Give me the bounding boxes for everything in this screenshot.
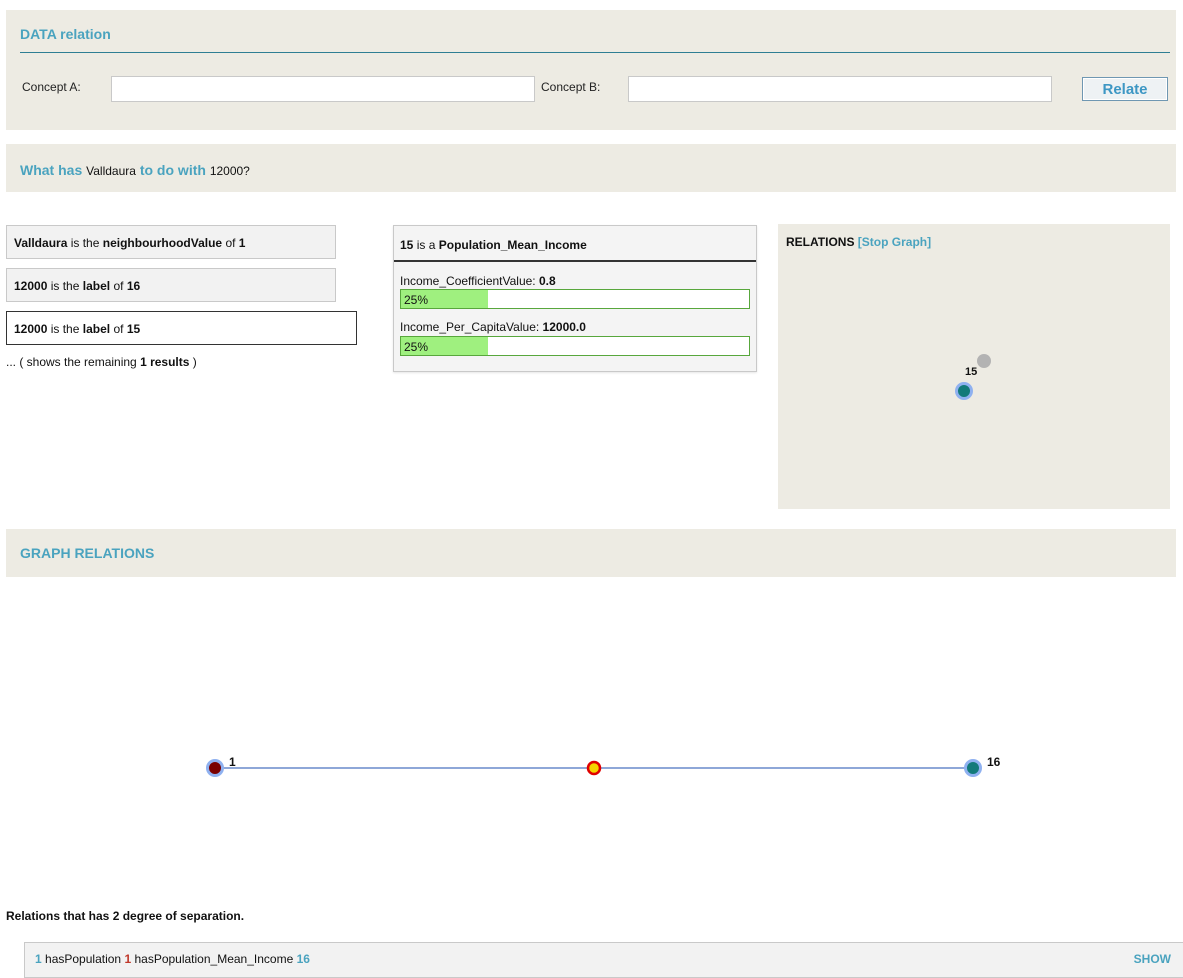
entity-card: 15 is a Population_Mean_Income Income_Co… <box>393 225 757 372</box>
graph-node-label: 16 <box>987 755 1001 769</box>
entity-header: 15 is a Population_Mean_Income <box>394 226 756 262</box>
result-predicate: neighbourhoodValue <box>102 236 223 250</box>
concept-a-input[interactable] <box>111 76 535 102</box>
remaining-suffix: ) <box>192 355 197 369</box>
result-subject: 12000 <box>14 279 48 293</box>
question-concept-b: 12000? <box>209 164 250 178</box>
remaining-count: 1 results <box>140 355 190 369</box>
graph-node-16[interactable] <box>964 759 982 777</box>
path-relation: hasPopulation_Mean_Income <box>134 952 294 966</box>
concept-b-input[interactable] <box>628 76 1052 102</box>
property-value: 0.8 <box>538 274 556 288</box>
result-text: is the <box>50 322 80 336</box>
question-concept-a: Valldaura <box>86 164 136 178</box>
path-relation: hasPopulation <box>45 952 122 966</box>
separation-heading: Relations that has 2 degree of separatio… <box>6 909 245 923</box>
result-object: 1 <box>238 236 246 250</box>
relations-panel: RELATIONS [Stop Graph] 15 <box>778 224 1170 509</box>
path-mid-node: 1 <box>124 952 132 966</box>
result-predicate: label <box>82 279 111 293</box>
property-name: Income_CoefficientValue: <box>400 274 536 288</box>
result-text: is the <box>70 236 100 250</box>
result-object: 15 <box>126 322 141 336</box>
result-of: of <box>225 236 236 250</box>
graph-relations-bar: GRAPH RELATIONS <box>6 529 1176 577</box>
question-text: What has Valldaura to do with 12000? <box>20 162 250 178</box>
remaining-results-link[interactable]: ... ( shows the remaining 1 results ) <box>6 355 197 369</box>
data-relation-title: DATA relation <box>20 26 111 42</box>
property-name: Income_Per_CapitaValue: <box>400 320 540 334</box>
property-label: Income_CoefficientValue: 0.8 <box>400 274 556 288</box>
graph-relations-title: GRAPH RELATIONS <box>20 545 155 561</box>
result-object: 16 <box>126 279 141 293</box>
property-bar-label: 25% <box>404 340 429 354</box>
result-item[interactable]: Valldaura is the neighbourhoodValue of 1 <box>6 225 336 259</box>
entity-type: Population_Mean_Income <box>438 238 587 252</box>
mini-graph-node-gray[interactable] <box>977 354 991 368</box>
result-subject: 12000 <box>14 322 48 336</box>
result-of: of <box>113 279 124 293</box>
question-prefix: What has <box>20 162 83 178</box>
path-start-node: 1 <box>35 952 42 966</box>
show-link[interactable]: SHOW <box>1134 952 1171 966</box>
property-value: 12000.0 <box>542 320 586 334</box>
concept-a-label: Concept A: <box>22 80 81 94</box>
graph-relations-canvas[interactable]: 1 16 <box>0 580 1183 900</box>
concept-b-label: Concept B: <box>541 80 601 94</box>
relation-path-row[interactable]: 1 hasPopulation 1 hasPopulation_Mean_Inc… <box>24 942 1183 978</box>
result-subject: Valldaura <box>14 236 68 250</box>
question-bar: What has Valldaura to do with 12000? <box>6 144 1176 192</box>
result-item[interactable]: 12000 is the label of 16 <box>6 268 336 302</box>
property-bar-label: 25% <box>404 293 429 307</box>
remaining-prefix: ... ( shows the remaining <box>6 355 137 369</box>
data-relation-panel: DATA relation Concept A: Concept B: Rela… <box>6 10 1176 130</box>
result-predicate: label <box>82 322 111 336</box>
entity-id: 15 <box>400 238 414 252</box>
property-bar: 25% <box>400 336 750 356</box>
result-of: of <box>113 322 124 336</box>
property-bar: 25% <box>400 289 750 309</box>
mini-graph-node-teal[interactable] <box>955 382 973 400</box>
entity-is-a: is a <box>416 238 436 252</box>
path-end-node: 16 <box>296 952 310 966</box>
result-item-selected[interactable]: 12000 is the label of 15 <box>6 311 357 345</box>
mini-graph-node-label: 15 <box>965 366 977 378</box>
relations-mini-graph[interactable]: 15 <box>778 224 1170 509</box>
graph-node-middle[interactable] <box>586 760 602 776</box>
question-middle: to do with <box>139 162 206 178</box>
title-divider <box>20 52 1170 53</box>
graph-node-1[interactable] <box>206 759 224 777</box>
graph-node-label: 1 <box>229 755 236 769</box>
relate-button[interactable]: Relate <box>1082 77 1168 101</box>
result-text: is the <box>50 279 80 293</box>
property-label: Income_Per_CapitaValue: 12000.0 <box>400 320 586 334</box>
